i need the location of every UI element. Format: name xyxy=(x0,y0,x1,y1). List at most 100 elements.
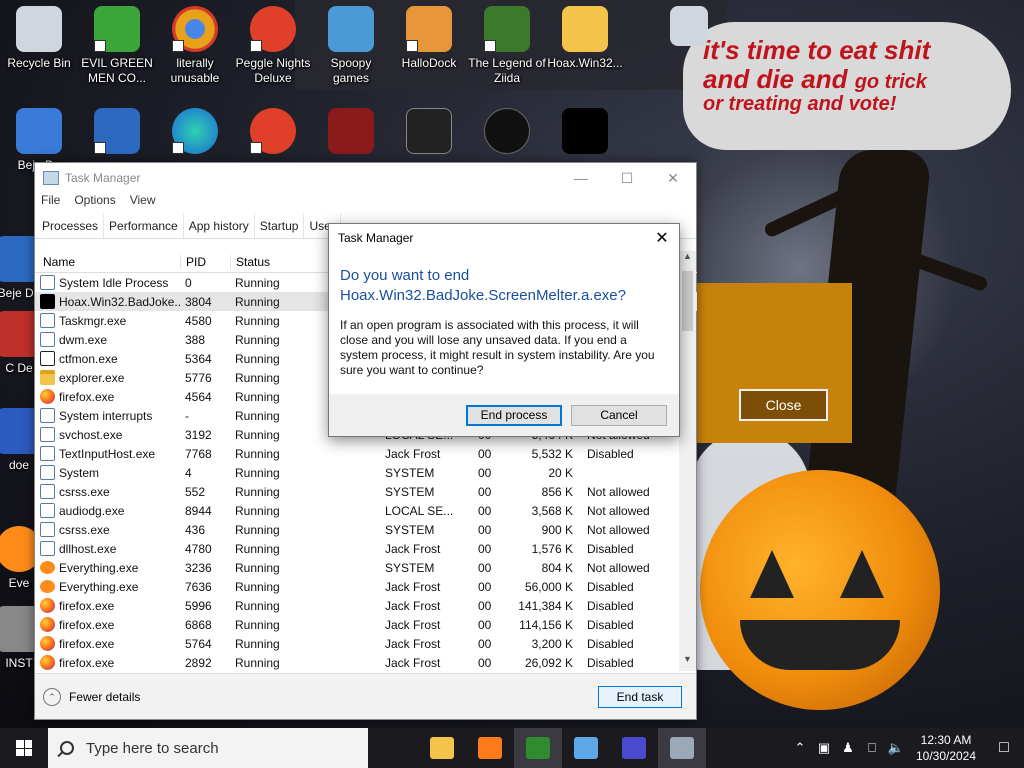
end-process-button[interactable]: End process xyxy=(466,404,562,426)
cpu-cell: 00 xyxy=(478,465,492,480)
chevron-up-icon[interactable]: ⌃ xyxy=(788,740,812,756)
table-row[interactable]: firefox.exe 5764 Running Jack Frost 00 3,200 … xyxy=(35,634,697,653)
notification-icon[interactable]: □ xyxy=(984,739,1024,757)
desktop-icon-evil-green-men[interactable]: EVIL GREEN MEN CO... xyxy=(78,0,156,86)
process-icon xyxy=(40,522,55,537)
desktop-icon-flash[interactable] xyxy=(312,102,390,158)
table-row[interactable]: csrss.exe 436 Running SYSTEM 00 900 K Not allo… xyxy=(35,520,697,539)
tray-app-icon[interactable]: ▣ xyxy=(812,740,836,756)
frog-icon xyxy=(526,737,550,759)
desktop-icon-hallodock[interactable]: HalloDock xyxy=(390,0,468,71)
table-row[interactable]: firefox.exe 6868 Running Jack Frost 00 114,15… xyxy=(35,615,697,634)
taskbar-app-file-explorer[interactable] xyxy=(418,728,466,768)
close-icon[interactable]: ✕ xyxy=(650,170,696,187)
prank-close-button[interactable]: Close xyxy=(739,389,828,421)
tab-app-history[interactable]: App history xyxy=(184,213,255,238)
table-row[interactable]: audiodg.exe 8944 Running LOCAL SE... 00 3,568… xyxy=(35,501,697,520)
close-icon[interactable]: ✕ xyxy=(645,228,679,248)
vashma-icon xyxy=(484,108,530,154)
tab-startup[interactable]: Startup xyxy=(255,213,305,238)
table-row[interactable]: dllhost.exe 4780 Running Jack Frost 00 1,576 … xyxy=(35,539,697,558)
desktop-icon-mpl[interactable] xyxy=(78,102,156,158)
desktop-icon-peggle[interactable]: Peggle Nights Deluxe xyxy=(234,0,312,86)
green-men-icon xyxy=(94,6,140,52)
process-icon xyxy=(40,446,55,461)
process-name: csrss.exe xyxy=(59,522,110,537)
table-row[interactable]: System 4 Running SYSTEM 00 20 K xyxy=(35,463,697,482)
process-name: csrss.exe xyxy=(59,484,110,499)
table-row[interactable]: Everything.exe 3236 Running SYSTEM 00 804 K No… xyxy=(35,558,697,577)
process-name-cell: svchost.exe xyxy=(35,427,180,442)
tab-processes[interactable]: Processes xyxy=(37,213,105,238)
memory-cell: 856 K xyxy=(541,484,573,499)
start-button[interactable] xyxy=(0,728,48,768)
taskbar-app-eye[interactable] xyxy=(610,728,658,768)
clock-date: 10/30/2024 xyxy=(915,749,977,763)
table-row[interactable]: Everything.exe 7636 Running Jack Frost 00 56,… xyxy=(35,577,697,596)
volume-icon[interactable]: 🔈 xyxy=(884,740,908,756)
process-icon xyxy=(40,484,55,499)
desktop-icon-recycle-bin-2[interactable] xyxy=(650,0,728,50)
uac-cell: Disabled xyxy=(587,598,634,613)
desktop-icon-edge[interactable] xyxy=(156,102,234,158)
cpu-cell: 00 xyxy=(478,522,492,537)
desktop-icon-hoax-win32[interactable]: Hoax.Win32... xyxy=(546,0,624,71)
table-row[interactable]: TextInputHost.exe 7768 Running Jack Frost 00… xyxy=(35,444,697,463)
cancel-button[interactable]: Cancel xyxy=(571,404,667,426)
column-header-name[interactable]: Name xyxy=(35,255,180,269)
user-cell: SYSTEM xyxy=(385,484,435,499)
process-icon xyxy=(40,541,55,556)
process-name: Everything.exe xyxy=(59,579,139,594)
table-row[interactable]: csrss.exe 552 Running SYSTEM 00 856 K Not allo… xyxy=(35,482,697,501)
cpu-cell: 00 xyxy=(478,503,492,518)
search-box[interactable]: Type here to search xyxy=(48,728,368,768)
edge-icon xyxy=(172,108,218,154)
shortcut-arrow-icon xyxy=(172,40,184,52)
network-icon[interactable]: ⎕ xyxy=(860,740,884,756)
people-icon[interactable]: ♟ xyxy=(836,740,860,756)
taskbar-app-firefox[interactable] xyxy=(466,728,514,768)
menu-options[interactable]: Options xyxy=(74,193,115,213)
desktop-icon-literally-unusable[interactable]: literally unusable xyxy=(156,0,234,86)
maximize-icon[interactable]: ☐ xyxy=(604,170,650,187)
taskbar-app-frog[interactable] xyxy=(514,728,562,768)
taskbar-app-notepad[interactable] xyxy=(562,728,610,768)
scroll-thumb[interactable] xyxy=(682,271,693,331)
desktop-icon-black[interactable] xyxy=(546,102,624,158)
taskbar-app-task-manager[interactable] xyxy=(658,728,706,768)
table-row[interactable]: firefox.exe 5996 Running Jack Frost 00 141,38… xyxy=(35,596,697,615)
status-cell: Running xyxy=(235,636,280,651)
column-header-pid[interactable]: PID xyxy=(180,254,230,269)
menu-file[interactable]: File xyxy=(41,193,60,213)
desktop-icon-peggle-2[interactable] xyxy=(234,102,312,158)
fewer-details-link[interactable]: Fewer details xyxy=(69,690,140,704)
uac-cell: Disabled xyxy=(587,617,634,632)
menu-view[interactable]: View xyxy=(130,193,156,213)
tab-performance[interactable]: Performance xyxy=(104,213,184,238)
shortcut-arrow-icon xyxy=(172,142,184,154)
dialog-titlebar[interactable]: Task Manager ✕ xyxy=(329,224,679,252)
vertical-scrollbar[interactable]: ▲ ▼ xyxy=(679,251,696,671)
desktop-icon-recycle-bin[interactable]: Recycle Bin xyxy=(0,0,78,71)
desktop-icon-vashma[interactable] xyxy=(468,102,546,158)
desktop-icon-screen[interactable] xyxy=(390,102,468,158)
minimize-icon[interactable]: — xyxy=(558,170,604,187)
cpu-cell: 00 xyxy=(478,541,492,556)
cpu-cell: 00 xyxy=(478,484,492,499)
chevron-up-icon[interactable]: ⌃ xyxy=(43,687,61,706)
pid-cell: 4564 xyxy=(185,389,212,404)
memory-cell: 141,384 K xyxy=(518,598,573,613)
desktop-icon-spoopy-games[interactable]: Spoopy games xyxy=(312,0,390,86)
end-task-button[interactable]: End task xyxy=(598,685,682,708)
clock[interactable]: 12:30 AM 10/30/2024 xyxy=(908,732,984,764)
pid-cell: 3804 xyxy=(185,294,212,309)
scroll-up-icon[interactable]: ▲ xyxy=(679,251,696,268)
desktop-icon-legend-of-ziida[interactable]: The Legend of Ziida xyxy=(468,0,546,86)
scroll-down-icon[interactable]: ▼ xyxy=(679,654,696,671)
task-manager-titlebar[interactable]: Task Manager — ☐ ✕ xyxy=(35,163,696,193)
memory-cell: 804 K xyxy=(541,560,573,575)
user-cell: Jack Frost xyxy=(385,579,441,594)
desktop-icon-label: Hoax.Win32... xyxy=(547,56,623,70)
table-row[interactable]: firefox.exe 2892 Running Jack Frost 00 26,092… xyxy=(35,653,697,672)
process-name: svchost.exe xyxy=(59,427,123,442)
